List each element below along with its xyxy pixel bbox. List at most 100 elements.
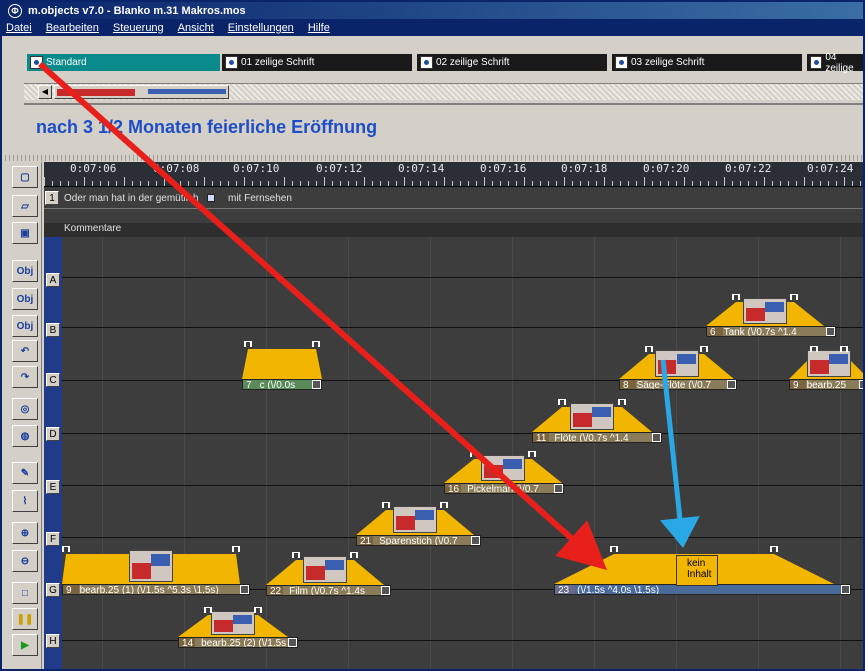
style-04-button[interactable]: 04 zeilige — [807, 52, 863, 74]
object-question-icon[interactable]: Obj — [12, 288, 38, 310]
object-pickelman-bar[interactable]: 16 Pickelman (\/0.7 — [444, 483, 564, 494]
keyframe-icon[interactable] — [382, 502, 390, 508]
play-icon[interactable]: ▶ — [12, 634, 38, 656]
slide-thumbnail[interactable] — [481, 455, 525, 481]
play-marker-icon[interactable] — [826, 327, 835, 336]
scroll-left-icon[interactable]: ◀ — [38, 85, 52, 99]
play-marker-icon[interactable] — [381, 586, 390, 595]
keyframe-icon[interactable] — [558, 399, 566, 405]
redo-icon[interactable]: ↷ — [12, 366, 38, 388]
ruler-tick — [652, 181, 653, 186]
timeline-ruler[interactable]: 0:07:06 0:07:08 0:07:10 0:07:12 0:07:14 0:07:… — [44, 162, 863, 187]
keyframe-icon[interactable] — [350, 552, 358, 558]
row-label-b: B — [46, 323, 60, 337]
ruler-tick — [564, 177, 565, 186]
keyframe-icon[interactable] — [618, 399, 626, 405]
play-marker-icon[interactable] — [652, 433, 661, 442]
keyframe-icon[interactable] — [470, 451, 478, 457]
zoom-out-icon[interactable]: ⊖ — [12, 550, 38, 572]
style-label: 03 zeilige Schrift — [631, 57, 705, 68]
keyframe-icon[interactable] — [312, 341, 320, 347]
new-object-icon[interactable]: Obj — [12, 260, 38, 282]
keyframe-icon[interactable] — [204, 607, 212, 613]
slide-thumbnail[interactable] — [807, 350, 851, 377]
menu-bearbeiten[interactable]: Bearbeiten — [46, 22, 99, 34]
slide-thumbnail[interactable] — [129, 550, 173, 582]
menu-steuerung[interactable]: Steuerung — [113, 22, 164, 34]
zoom-in-icon[interactable]: ⊕ — [12, 522, 38, 544]
play-marker-icon[interactable] — [859, 380, 863, 389]
object-bearb-g-bar[interactable]: 9 bearb.25 (1) (\/1.5s ^5.3s \1.5s) — [62, 584, 250, 595]
new-file-icon[interactable]: ▢ — [12, 166, 38, 188]
slide-thumbnail[interactable] — [211, 611, 255, 635]
play-marker-icon[interactable] — [841, 585, 850, 594]
ruler-tick — [428, 181, 429, 186]
keyframe-icon[interactable] — [732, 294, 740, 300]
style-standard-button[interactable]: Standard — [27, 54, 220, 71]
keyframe-icon[interactable] — [840, 346, 848, 352]
keyframe-icon[interactable] — [62, 546, 70, 552]
pause-icon[interactable]: ❚❚ — [12, 608, 38, 630]
play-marker-icon[interactable] — [471, 536, 480, 545]
menu-hilfe[interactable]: Hilfe — [308, 22, 330, 34]
color-wheel-icon[interactable]: ◎ — [12, 398, 38, 420]
style-scrollbar[interactable]: ◀ — [24, 83, 863, 100]
undo-icon[interactable]: ↶ — [12, 340, 38, 362]
play-marker-icon[interactable] — [240, 585, 249, 594]
keyframe-icon[interactable] — [292, 552, 300, 558]
keyframe-icon[interactable] — [700, 346, 708, 352]
object-film-bar[interactable]: 22 Film (\/0.7s ^1.4s — [266, 585, 391, 596]
play-marker-icon[interactable] — [554, 484, 563, 493]
ruler-time-label: 0:07:16 — [480, 162, 527, 175]
slide-thumbnail[interactable] — [570, 403, 614, 430]
keyframe-icon[interactable] — [528, 451, 536, 457]
object-c-bar[interactable]: 7 c (\/0.0s — [242, 379, 322, 390]
slide-thumbnail[interactable] — [303, 556, 347, 583]
object-saege-bar[interactable]: 8 Säge-Flöte (\/0.7 — [619, 379, 737, 390]
object-tank-bar[interactable]: 6 Tank (\/0.7s ^1.4 — [706, 326, 836, 337]
ruler-tick — [804, 177, 805, 186]
menu-datei[interactable]: Datei — [6, 22, 32, 34]
object-c-curve[interactable] — [242, 349, 322, 379]
ruler-tick — [828, 181, 829, 186]
keyframe-icon[interactable] — [440, 502, 448, 508]
grid-line — [266, 237, 267, 669]
stop-icon[interactable]: □ — [12, 582, 38, 604]
slide-thumbnail[interactable] — [393, 506, 437, 533]
style-03-button[interactable]: 03 zeilige Schrift — [612, 54, 802, 71]
object-number: 22 — [270, 586, 282, 596]
keyframe-icon[interactable] — [770, 546, 778, 552]
style-02-button[interactable]: 02 zeilige Schrift — [417, 54, 607, 71]
keyframe-icon[interactable] — [232, 546, 240, 552]
keyframe-icon[interactable] — [610, 546, 618, 552]
play-marker-icon[interactable] — [312, 380, 321, 389]
scroll-thumb[interactable] — [54, 85, 229, 99]
style-01-button[interactable]: 01 zeilige Schrift — [222, 54, 412, 71]
play-marker-icon[interactable] — [727, 380, 736, 389]
slide-thumbnail[interactable] — [743, 298, 787, 324]
menu-ansicht[interactable]: Ansicht — [178, 22, 214, 34]
object-floete-bar[interactable]: 11 Flöte (\/0.7s ^1.4 — [532, 432, 662, 443]
object-bearb-h-bar[interactable]: 14 bearb.25 (2) (\/1.5s — [178, 637, 298, 648]
keyframe-icon[interactable] — [254, 607, 262, 613]
object-sparen-bar[interactable]: 21 Sparenstich (\/0.7 — [356, 535, 481, 546]
keyframe-icon[interactable] — [645, 346, 653, 352]
keyframe-icon[interactable] — [244, 341, 252, 347]
headline-text[interactable]: nach 3 1/2 Monaten feierliche Eröffnung — [36, 117, 377, 138]
slide-thumbnail[interactable] — [654, 350, 699, 377]
keyframe-icon[interactable] — [790, 294, 798, 300]
object-bearb-c-bar[interactable]: 9 bearb.25 — [789, 379, 863, 390]
menu-einstellungen[interactable]: Einstellungen — [228, 22, 294, 34]
ruler-tick — [708, 181, 709, 186]
ruler-tick — [812, 181, 813, 186]
object-icon[interactable]: Obj — [12, 315, 38, 337]
palette-icon[interactable]: ◍ — [12, 425, 38, 447]
keyframe-icon[interactable] — [810, 346, 818, 352]
splitter[interactable] — [2, 155, 863, 161]
kein-inhalt-box[interactable]: kein Inhalt — [676, 555, 718, 586]
save-icon[interactable]: ▣ — [12, 222, 38, 244]
eyedropper-icon[interactable]: ⌇ — [12, 490, 38, 512]
open-folder-icon[interactable]: ▱ — [12, 195, 38, 217]
play-marker-icon[interactable] — [288, 638, 297, 647]
pencil-icon[interactable]: ✎ — [12, 462, 38, 484]
